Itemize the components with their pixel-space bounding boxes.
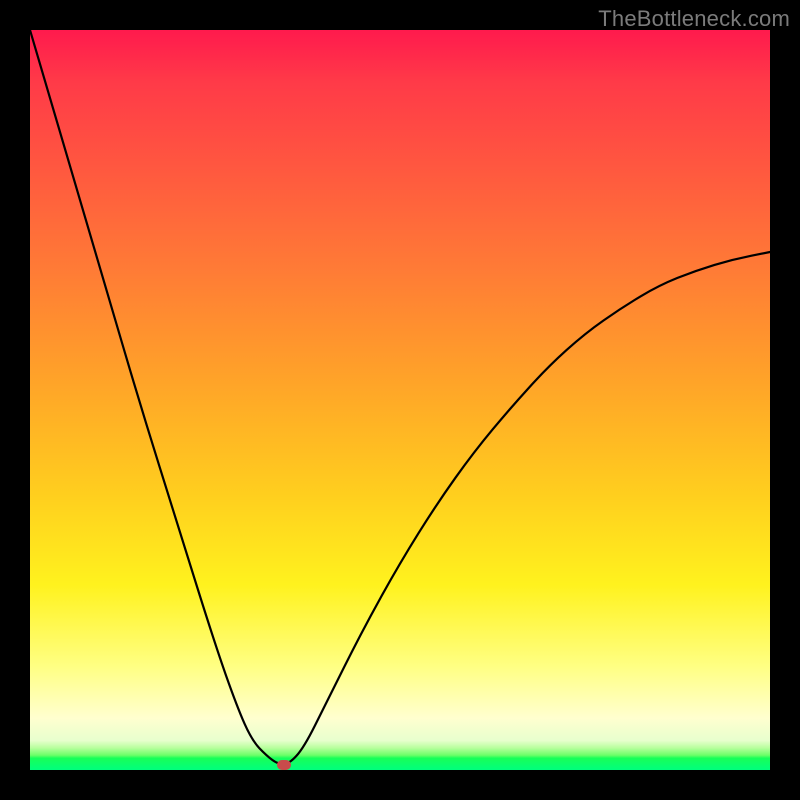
bottleneck-curve — [30, 30, 770, 770]
watermark-text: TheBottleneck.com — [598, 6, 790, 32]
plot-area — [30, 30, 770, 770]
min-marker — [277, 760, 291, 770]
curve-path — [30, 30, 770, 764]
outer-frame: TheBottleneck.com — [0, 0, 800, 800]
